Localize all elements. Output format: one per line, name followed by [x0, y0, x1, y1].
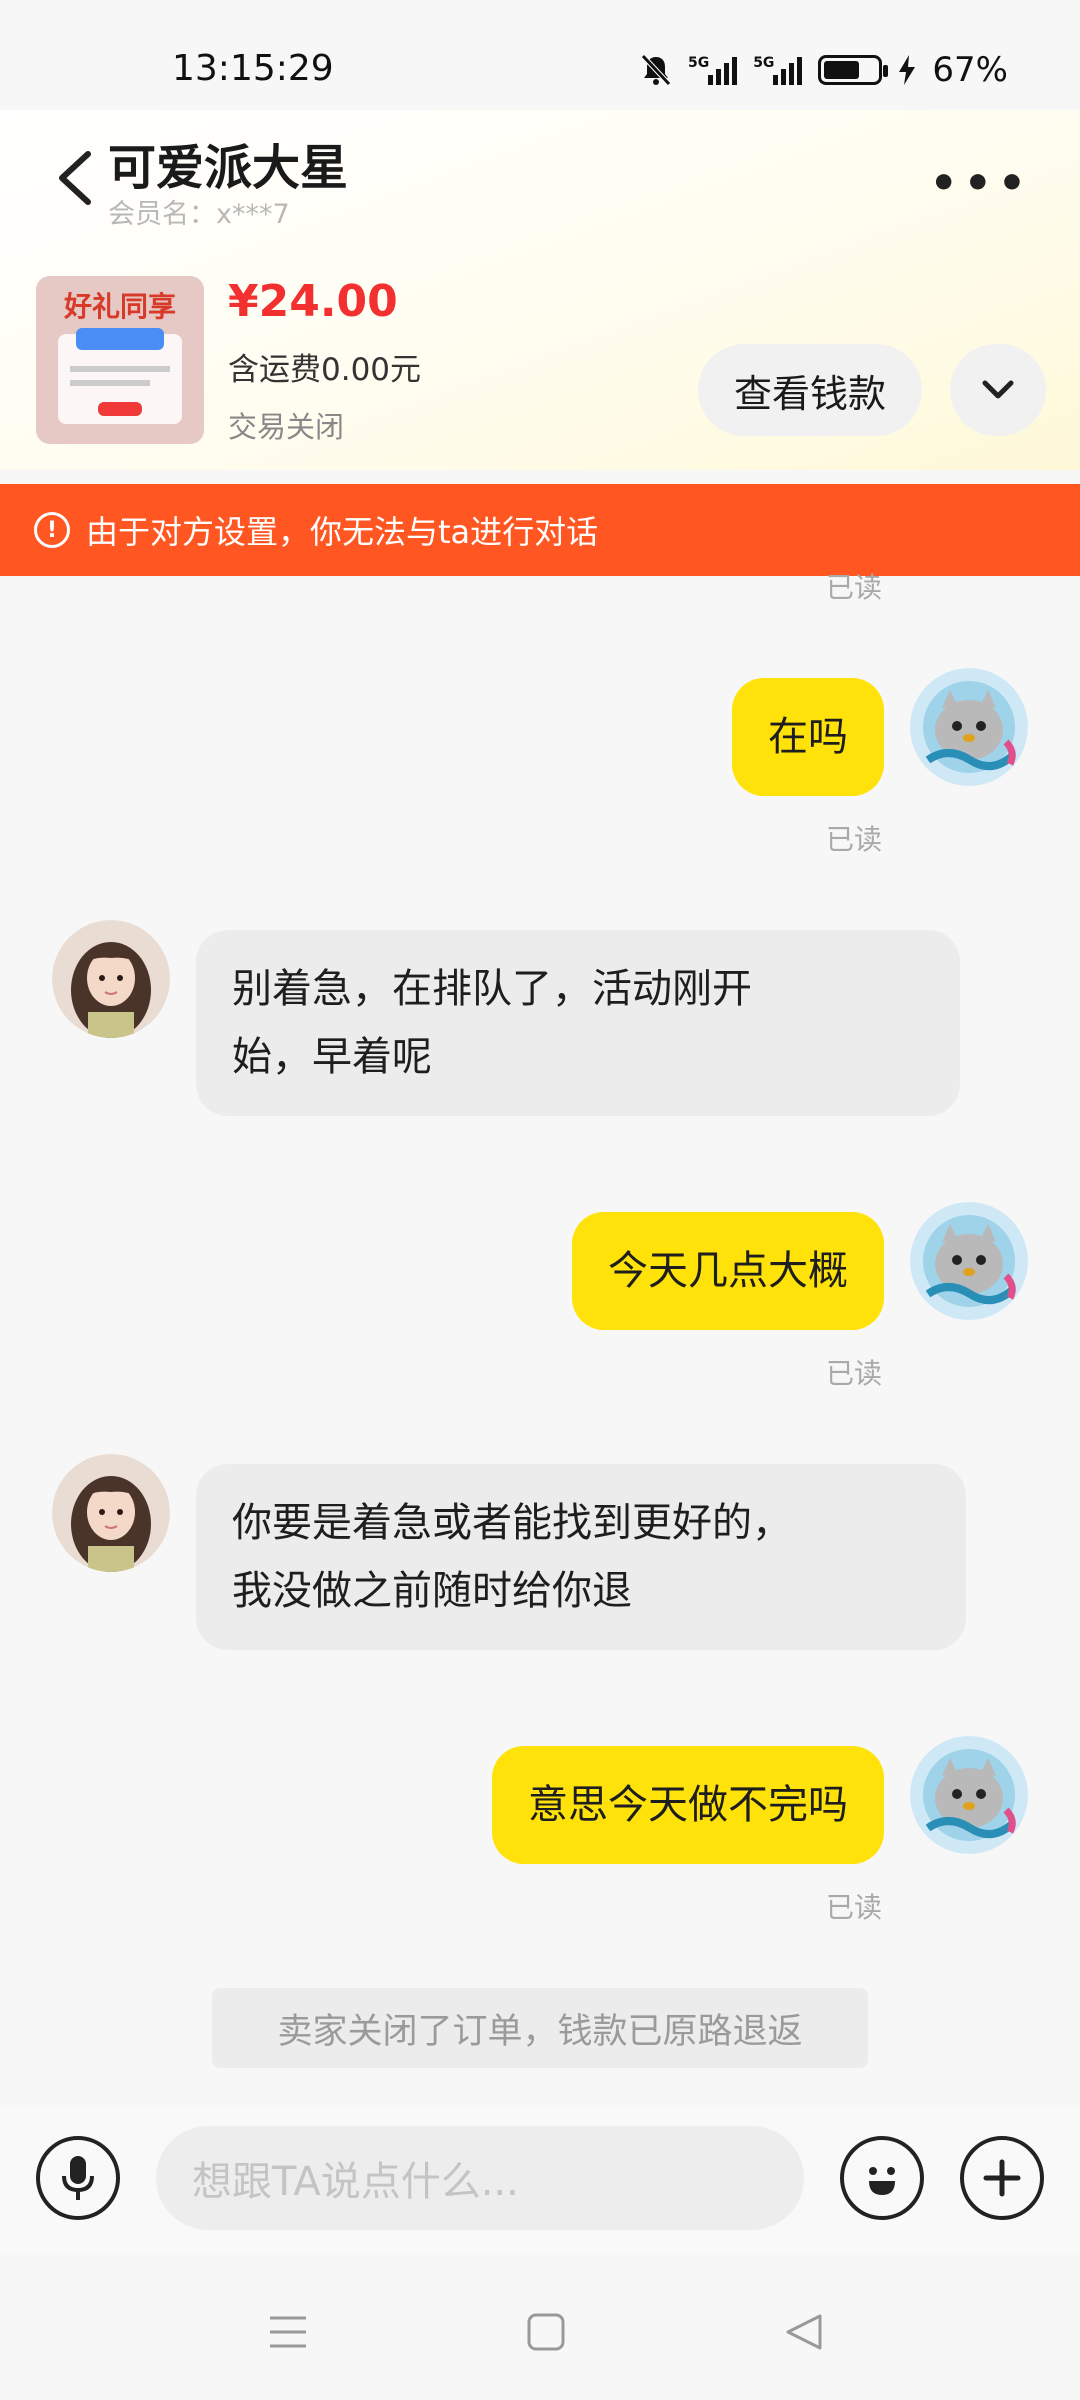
product-thumbnail[interactable]: 好礼同享: [36, 276, 204, 444]
view-payment-button[interactable]: 查看钱款: [698, 344, 922, 436]
read-receipt: 已读: [826, 823, 883, 856]
add-button[interactable]: [960, 2136, 1044, 2220]
signal-icon-1: 5G: [688, 55, 738, 85]
status-icons: 5G 5G 67%: [640, 50, 1008, 90]
message-bubble-sent[interactable]: 今天几点大概: [572, 1212, 884, 1330]
message-bubble-received[interactable]: 你要是着急或者能找到更好的， 我没做之前随时给你退: [196, 1464, 966, 1650]
message-line: 别着急，在排队了，活动刚开: [232, 966, 752, 1012]
trade-status: 交易关闭: [228, 410, 345, 444]
system-message: 卖家关闭了订单，钱款已原路退返: [212, 1988, 868, 2068]
emoji-button[interactable]: [840, 2136, 924, 2220]
warning-icon: !: [34, 512, 70, 548]
microphone-icon: [62, 2156, 94, 2200]
message-bubble-sent[interactable]: 意思今天做不完吗: [492, 1746, 884, 1864]
warning-text: 由于对方设置，你无法与ta进行对话: [86, 513, 599, 551]
emoji-icon: [869, 2167, 895, 2195]
charging-icon: [899, 55, 916, 85]
back-triangle-icon[interactable]: [784, 2312, 824, 2352]
message-input[interactable]: 想跟TA说点什么...: [156, 2126, 804, 2230]
contact-avatar[interactable]: [52, 920, 170, 1038]
status-time: 13:15:29: [172, 48, 334, 89]
read-receipt: 已读: [826, 571, 883, 604]
battery-icon: [818, 55, 889, 85]
back-arrow-icon[interactable]: [52, 148, 98, 208]
battery-percent: 67%: [932, 50, 1008, 90]
message-line: 你要是着急或者能找到更好的，: [232, 1500, 792, 1546]
member-name: 会员名：x***7: [108, 199, 290, 230]
chat-title[interactable]: 可爱派大星: [108, 128, 348, 198]
contact-avatar[interactable]: [52, 1454, 170, 1572]
read-receipt: 已读: [826, 1357, 883, 1390]
svg-text:好礼同享: 好礼同享: [63, 290, 176, 323]
warning-banner: ! 由于对方设置，你无法与ta进行对话: [0, 484, 1080, 576]
my-avatar[interactable]: [910, 668, 1028, 786]
more-dots-icon[interactable]: •••: [930, 158, 1032, 209]
shipping-fee: 含运费0.00元: [228, 352, 422, 388]
order-price: ¥24.00: [228, 276, 398, 327]
chevron-down-icon: [982, 380, 1014, 399]
my-avatar[interactable]: [910, 1202, 1028, 1320]
mute-bell-icon: [641, 54, 671, 86]
voice-button[interactable]: [36, 2136, 120, 2220]
message-bubble-sent[interactable]: 在吗: [732, 678, 884, 796]
signal-icon-2: 5G: [753, 55, 803, 85]
expand-button[interactable]: [950, 344, 1046, 436]
message-line: 我没做之前随时给你退: [232, 1568, 632, 1614]
message-line: 始，早着呢: [232, 1034, 432, 1080]
menu-icon[interactable]: [268, 2314, 308, 2350]
read-receipt: 已读: [826, 1891, 883, 1924]
my-avatar[interactable]: [910, 1736, 1028, 1854]
home-icon[interactable]: [526, 2312, 566, 2352]
message-bubble-received[interactable]: 别着急，在排队了，活动刚开 始，早着呢: [196, 930, 960, 1116]
plus-icon: [983, 2159, 1021, 2197]
